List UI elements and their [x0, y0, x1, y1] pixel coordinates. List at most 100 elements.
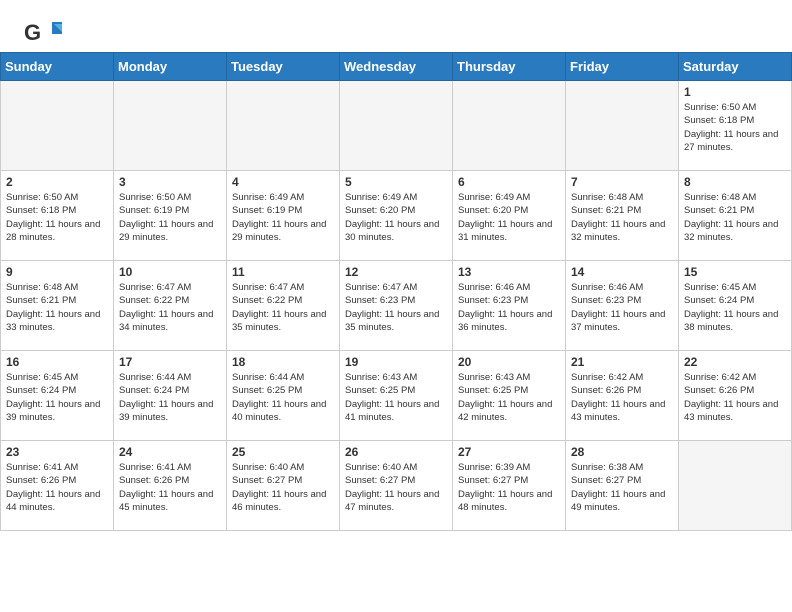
day-info: Sunrise: 6:42 AM Sunset: 6:26 PM Dayligh… — [684, 371, 786, 424]
day-number: 8 — [684, 175, 786, 189]
day-number: 15 — [684, 265, 786, 279]
day-info: Sunrise: 6:48 AM Sunset: 6:21 PM Dayligh… — [571, 191, 673, 244]
week-row-4: 16Sunrise: 6:45 AM Sunset: 6:24 PM Dayli… — [1, 351, 792, 441]
day-info: Sunrise: 6:50 AM Sunset: 6:19 PM Dayligh… — [119, 191, 221, 244]
day-number: 28 — [571, 445, 673, 459]
empty-cell — [453, 81, 566, 171]
day-cell-12: 12 Sunrise: 6:47 AM Sunset: 6:23 PM Dayli… — [340, 261, 453, 351]
day-cell-6: 6Sunrise: 6:49 AM Sunset: 6:20 PM Daylig… — [453, 171, 566, 261]
week-row-3: 9Sunrise: 6:48 AM Sunset: 6:21 PM Daylig… — [1, 261, 792, 351]
day-number: 12 — [345, 265, 447, 279]
day-info: Sunrise: 6:50 AM Sunset: 6:18 PM Dayligh… — [684, 101, 786, 154]
day-cell-4: 4 Sunrise: 6:49 AM Sunset: 6:19 PM Daylig… — [227, 171, 340, 261]
day-cell-8: 8 Sunrise: 6:48 AM Sunset: 6:21 PM Daylig… — [679, 171, 792, 261]
day-info: Sunrise: 6:41 AM Sunset: 6:26 PM Dayligh… — [6, 461, 108, 514]
weekday-header-wednesday: Wednesday — [340, 53, 453, 81]
day-info: Sunrise: 6:38 AM Sunset: 6:27 PM Dayligh… — [571, 461, 673, 514]
day-cell-9: 9Sunrise: 6:48 AM Sunset: 6:21 PM Daylig… — [1, 261, 114, 351]
day-number: 11 — [232, 265, 334, 279]
day-info: Sunrise: 6:45 AM Sunset: 6:24 PM Dayligh… — [6, 371, 108, 424]
day-cell-20: 20 Sunrise: 6:43 AM Sunset: 6:25 PM Dayli… — [453, 351, 566, 441]
weekday-header-thursday: Thursday — [453, 53, 566, 81]
day-number: 21 — [571, 355, 673, 369]
day-number: 1 — [684, 85, 786, 99]
calendar-table: SundayMondayTuesdayWednesdayThursdayFrid… — [0, 52, 792, 531]
logo: G — [24, 18, 62, 48]
weekday-header-monday: Monday — [114, 53, 227, 81]
day-cell-2: 2 Sunrise: 6:50 AM Sunset: 6:18 PM Daylig… — [1, 171, 114, 261]
day-number: 7 — [571, 175, 673, 189]
day-cell-14: 14 Sunrise: 6:46 AM Sunset: 6:23 PM Dayli… — [566, 261, 679, 351]
day-info: Sunrise: 6:44 AM Sunset: 6:25 PM Dayligh… — [232, 371, 334, 424]
day-info: Sunrise: 6:49 AM Sunset: 6:20 PM Dayligh… — [345, 191, 447, 244]
day-cell-18: 18 Sunrise: 6:44 AM Sunset: 6:25 PM Dayli… — [227, 351, 340, 441]
day-info: Sunrise: 6:49 AM Sunset: 6:19 PM Dayligh… — [232, 191, 334, 244]
day-number: 14 — [571, 265, 673, 279]
day-cell-28: 28 Sunrise: 6:38 AM Sunset: 6:27 PM Dayli… — [566, 441, 679, 531]
week-row-2: 2 Sunrise: 6:50 AM Sunset: 6:18 PM Daylig… — [1, 171, 792, 261]
day-cell-21: 21 Sunrise: 6:42 AM Sunset: 6:26 PM Dayli… — [566, 351, 679, 441]
day-cell-19: 19 Sunrise: 6:43 AM Sunset: 6:25 PM Dayli… — [340, 351, 453, 441]
weekday-header-row: SundayMondayTuesdayWednesdayThursdayFrid… — [1, 53, 792, 81]
empty-cell — [566, 81, 679, 171]
svg-text:G: G — [24, 20, 41, 45]
day-number: 18 — [232, 355, 334, 369]
weekday-header-friday: Friday — [566, 53, 679, 81]
day-number: 9 — [6, 265, 108, 279]
day-info: Sunrise: 6:43 AM Sunset: 6:25 PM Dayligh… — [458, 371, 560, 424]
day-number: 6 — [458, 175, 560, 189]
day-info: Sunrise: 6:44 AM Sunset: 6:24 PM Dayligh… — [119, 371, 221, 424]
day-cell-23: 23 Sunrise: 6:41 AM Sunset: 6:26 PM Dayli… — [1, 441, 114, 531]
day-info: Sunrise: 6:41 AM Sunset: 6:26 PM Dayligh… — [119, 461, 221, 514]
day-info: Sunrise: 6:42 AM Sunset: 6:26 PM Dayligh… — [571, 371, 673, 424]
empty-cell — [1, 81, 114, 171]
day-number: 20 — [458, 355, 560, 369]
day-cell-24: 24 Sunrise: 6:41 AM Sunset: 6:26 PM Dayli… — [114, 441, 227, 531]
day-cell-5: 5 Sunrise: 6:49 AM Sunset: 6:20 PM Daylig… — [340, 171, 453, 261]
empty-cell — [679, 441, 792, 531]
header: G — [0, 0, 792, 52]
day-number: 25 — [232, 445, 334, 459]
day-info: Sunrise: 6:46 AM Sunset: 6:23 PM Dayligh… — [458, 281, 560, 334]
day-number: 5 — [345, 175, 447, 189]
day-cell-11: 11 Sunrise: 6:47 AM Sunset: 6:22 PM Dayli… — [227, 261, 340, 351]
day-cell-22: 22 Sunrise: 6:42 AM Sunset: 6:26 PM Dayli… — [679, 351, 792, 441]
day-info: Sunrise: 6:50 AM Sunset: 6:18 PM Dayligh… — [6, 191, 108, 244]
day-number: 10 — [119, 265, 221, 279]
weekday-header-sunday: Sunday — [1, 53, 114, 81]
day-info: Sunrise: 6:40 AM Sunset: 6:27 PM Dayligh… — [345, 461, 447, 514]
day-info: Sunrise: 6:40 AM Sunset: 6:27 PM Dayligh… — [232, 461, 334, 514]
day-cell-26: 26 Sunrise: 6:40 AM Sunset: 6:27 PM Dayli… — [340, 441, 453, 531]
day-info: Sunrise: 6:47 AM Sunset: 6:23 PM Dayligh… — [345, 281, 447, 334]
day-info: Sunrise: 6:46 AM Sunset: 6:23 PM Dayligh… — [571, 281, 673, 334]
day-cell-10: 10 Sunrise: 6:47 AM Sunset: 6:22 PM Dayli… — [114, 261, 227, 351]
day-number: 22 — [684, 355, 786, 369]
day-number: 19 — [345, 355, 447, 369]
day-cell-1: 1 Sunrise: 6:50 AM Sunset: 6:18 PM Daylig… — [679, 81, 792, 171]
day-cell-17: 17 Sunrise: 6:44 AM Sunset: 6:24 PM Dayli… — [114, 351, 227, 441]
day-info: Sunrise: 6:39 AM Sunset: 6:27 PM Dayligh… — [458, 461, 560, 514]
day-cell-25: 25 Sunrise: 6:40 AM Sunset: 6:27 PM Dayli… — [227, 441, 340, 531]
day-cell-27: 27 Sunrise: 6:39 AM Sunset: 6:27 PM Dayli… — [453, 441, 566, 531]
day-info: Sunrise: 6:47 AM Sunset: 6:22 PM Dayligh… — [232, 281, 334, 334]
day-number: 24 — [119, 445, 221, 459]
empty-cell — [227, 81, 340, 171]
day-cell-3: 3 Sunrise: 6:50 AM Sunset: 6:19 PM Daylig… — [114, 171, 227, 261]
weekday-header-tuesday: Tuesday — [227, 53, 340, 81]
day-info: Sunrise: 6:43 AM Sunset: 6:25 PM Dayligh… — [345, 371, 447, 424]
day-number: 17 — [119, 355, 221, 369]
day-cell-7: 7 Sunrise: 6:48 AM Sunset: 6:21 PM Daylig… — [566, 171, 679, 261]
day-number: 3 — [119, 175, 221, 189]
day-info: Sunrise: 6:48 AM Sunset: 6:21 PM Dayligh… — [684, 191, 786, 244]
day-number: 2 — [6, 175, 108, 189]
empty-cell — [114, 81, 227, 171]
week-row-1: 1 Sunrise: 6:50 AM Sunset: 6:18 PM Daylig… — [1, 81, 792, 171]
day-number: 23 — [6, 445, 108, 459]
day-number: 27 — [458, 445, 560, 459]
day-info: Sunrise: 6:47 AM Sunset: 6:22 PM Dayligh… — [119, 281, 221, 334]
week-row-5: 23 Sunrise: 6:41 AM Sunset: 6:26 PM Dayli… — [1, 441, 792, 531]
empty-cell — [340, 81, 453, 171]
weekday-header-saturday: Saturday — [679, 53, 792, 81]
day-number: 26 — [345, 445, 447, 459]
day-number: 4 — [232, 175, 334, 189]
